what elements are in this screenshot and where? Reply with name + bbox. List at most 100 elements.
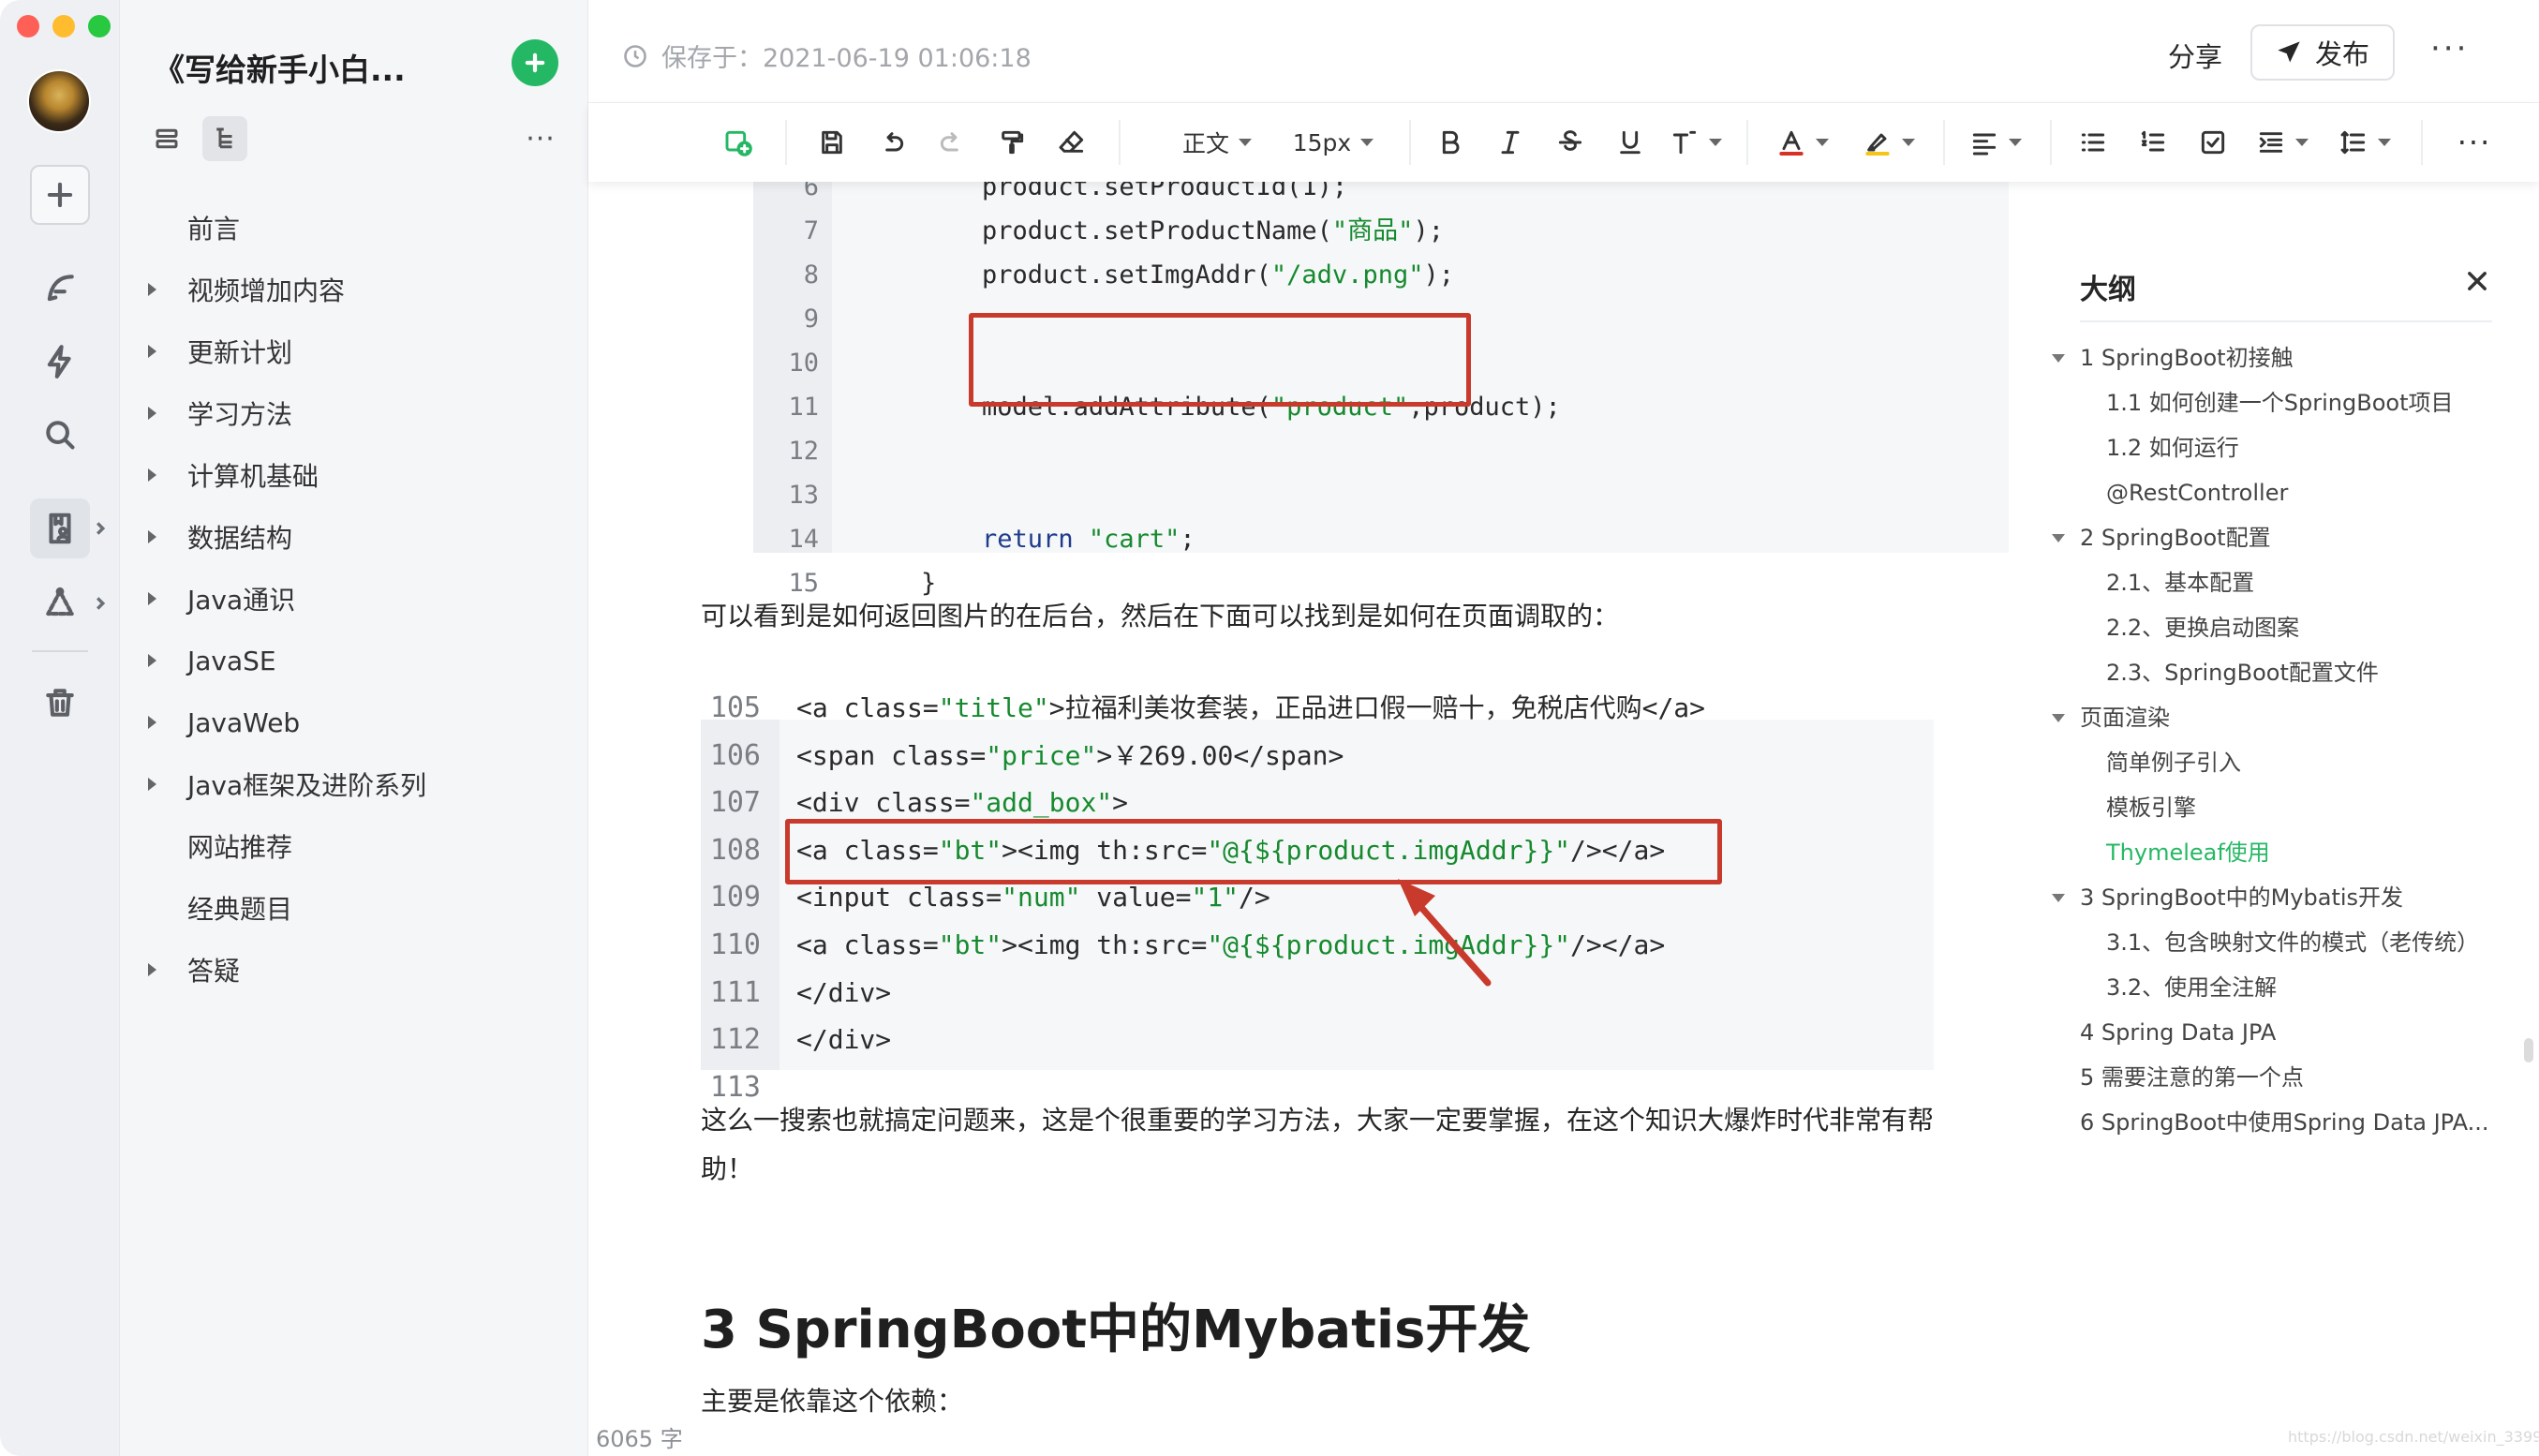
more-button[interactable]: ···	[2430, 30, 2469, 67]
close-window-button[interactable]	[17, 15, 39, 37]
knowledge-base-button[interactable]	[30, 498, 90, 558]
maximize-window-button[interactable]	[88, 15, 111, 37]
font-color-button[interactable]	[1771, 122, 1834, 163]
tree-item[interactable]: 视频增加内容	[120, 259, 588, 320]
new-button[interactable]	[30, 165, 90, 225]
task-list-button[interactable]	[2192, 122, 2234, 163]
outline-item[interactable]: 4 Spring Data JPA	[2080, 1010, 2276, 1055]
bullet-list-button[interactable]	[2072, 122, 2114, 163]
outline-item-label: 2.1、基本配置	[2106, 570, 2255, 596]
outline-item[interactable]: 1 SpringBoot初接触	[2052, 335, 2294, 380]
insert-button[interactable]	[718, 122, 759, 163]
format-toolbar: 正文 15px ···	[588, 103, 2539, 182]
tree-item[interactable]: 数据结构	[120, 506, 588, 568]
highlight-button[interactable]	[1857, 122, 1921, 163]
outline-item[interactable]: Thymeleaf使用	[2106, 830, 2270, 875]
strikethrough-button[interactable]	[1550, 122, 1591, 163]
line-height-button[interactable]	[2333, 122, 2397, 163]
outline-item-label: @RestController	[2106, 480, 2289, 506]
caret-down-icon[interactable]	[2052, 714, 2065, 722]
italic-button[interactable]	[1490, 122, 1531, 163]
outline-item[interactable]: 1.2 如何运行	[2106, 425, 2239, 470]
checkbox-icon	[2201, 130, 2225, 155]
outline-item[interactable]: 1.1 如何创建一个SpringBoot项目	[2106, 380, 2454, 425]
minimize-window-button[interactable]	[52, 15, 75, 37]
publish-button[interactable]: 发布	[2250, 24, 2395, 81]
chevron-right-icon	[94, 596, 107, 610]
outline-item-label: 2 SpringBoot配置	[2080, 525, 2271, 551]
caret-down-icon[interactable]	[2052, 894, 2065, 902]
tree-view-button[interactable]	[202, 116, 247, 161]
outline-item[interactable]: 2.1、基本配置	[2106, 560, 2254, 605]
outline-item[interactable]: 页面渲染	[2052, 695, 2170, 740]
team-button[interactable]	[30, 573, 90, 633]
undo-button[interactable]	[871, 122, 913, 163]
outline-item[interactable]: @RestController	[2106, 470, 2288, 515]
outline-item[interactable]: 2.2、更换启动图案	[2106, 605, 2299, 650]
dropdown-arrow-icon	[2009, 139, 2022, 146]
clear-format-button[interactable]	[1051, 122, 1092, 163]
toolbar-divider	[1943, 120, 1945, 165]
tree-item[interactable]: 答疑	[120, 939, 588, 1001]
tree-item[interactable]: Java通识	[120, 568, 588, 630]
code-line: return "cart";	[860, 521, 1195, 558]
scrollbar-thumb[interactable]	[2524, 1038, 2533, 1062]
tree-item[interactable]: 前言	[120, 197, 588, 259]
outline-item-label: 简单例子引入	[2106, 750, 2241, 776]
outline-item[interactable]: 模板引擎	[2106, 785, 2196, 830]
bold-button[interactable]	[1430, 122, 1471, 163]
tree-item[interactable]: 更新计划	[120, 320, 588, 382]
tree-item[interactable]: 经典题目	[120, 877, 588, 939]
caret-down-icon[interactable]	[2052, 534, 2065, 542]
undo-icon	[885, 132, 904, 152]
avatar[interactable]	[27, 69, 91, 133]
book-title[interactable]: 《写给新手小白...	[154, 45, 406, 90]
tree-item-label: 前言	[187, 214, 241, 245]
code-line: <span class="price">￥269.00</span>	[796, 737, 1344, 775]
tree-item[interactable]: JavaWeb	[120, 691, 588, 753]
sidebar-more-button[interactable]: ···	[517, 116, 564, 161]
code-string: "商品"	[1331, 216, 1414, 245]
share-button[interactable]: 分享	[2168, 36, 2222, 75]
write-button[interactable]	[30, 259, 90, 319]
search-button[interactable]	[30, 405, 90, 465]
tree-item[interactable]: Java框架及进阶系列	[120, 753, 588, 815]
ordered-list-button[interactable]	[2132, 122, 2174, 163]
toolbar-more-button[interactable]: ···	[2451, 122, 2498, 163]
tree-item-label: 学习方法	[187, 399, 293, 430]
code-text: /></a>	[1570, 929, 1666, 960]
tree-item[interactable]: 计算机基础	[120, 444, 588, 506]
format-painter-button[interactable]	[991, 122, 1032, 163]
editor-content[interactable]: 6 product.setProductId(1); 7 product.setP…	[588, 182, 2050, 1456]
text-style-button[interactable]	[1664, 122, 1728, 163]
redo-button[interactable]	[931, 122, 973, 163]
outline-item[interactable]: 简单例子引入	[2106, 740, 2241, 785]
underline-button[interactable]	[1610, 122, 1651, 163]
outline-item[interactable]: 6 SpringBoot中使用Spring Data JPA...	[2080, 1100, 2489, 1145]
tree-item[interactable]: 学习方法	[120, 382, 588, 444]
line-number: 109	[709, 881, 761, 914]
outline-item[interactable]: 3 SpringBoot中的Mybatis开发	[2052, 875, 2403, 920]
outline-item[interactable]: 3.2、使用全注解	[2106, 965, 2277, 1010]
add-doc-button[interactable]	[512, 39, 558, 86]
code-string: "price"	[986, 739, 1097, 771]
tree-item[interactable]: JavaSE	[120, 630, 588, 691]
list-view-button[interactable]	[144, 116, 189, 161]
outline-item[interactable]: 2 SpringBoot配置	[2052, 515, 2271, 560]
outline-item[interactable]: 2.3、SpringBoot配置文件	[2106, 650, 2379, 695]
indent-button[interactable]	[2250, 122, 2314, 163]
font-size-select[interactable]: 15px	[1282, 122, 1385, 163]
caret-down-icon[interactable]	[2052, 354, 2065, 363]
tree-item[interactable]: 网站推荐	[120, 815, 588, 877]
save-button[interactable]	[811, 122, 853, 163]
outline-close-button[interactable]	[2464, 268, 2494, 298]
code-text: ;	[1180, 525, 1195, 554]
outline-item[interactable]: 3.1、包含映射文件的模式（老传统）	[2106, 920, 2479, 965]
align-button[interactable]	[1964, 122, 2027, 163]
flash-button[interactable]	[30, 332, 90, 392]
paragraph-style-select[interactable]: 正文	[1166, 122, 1269, 163]
outline-item[interactable]: 5 需要注意的第一个点	[2080, 1055, 2304, 1100]
app-window: 《写给新手小白... ··· 前言视频增加内容 更新计划学习方法计算机基础 数据结构…	[0, 0, 2539, 1456]
trash-button[interactable]	[30, 673, 90, 733]
superscript-icon	[1672, 130, 1697, 155]
